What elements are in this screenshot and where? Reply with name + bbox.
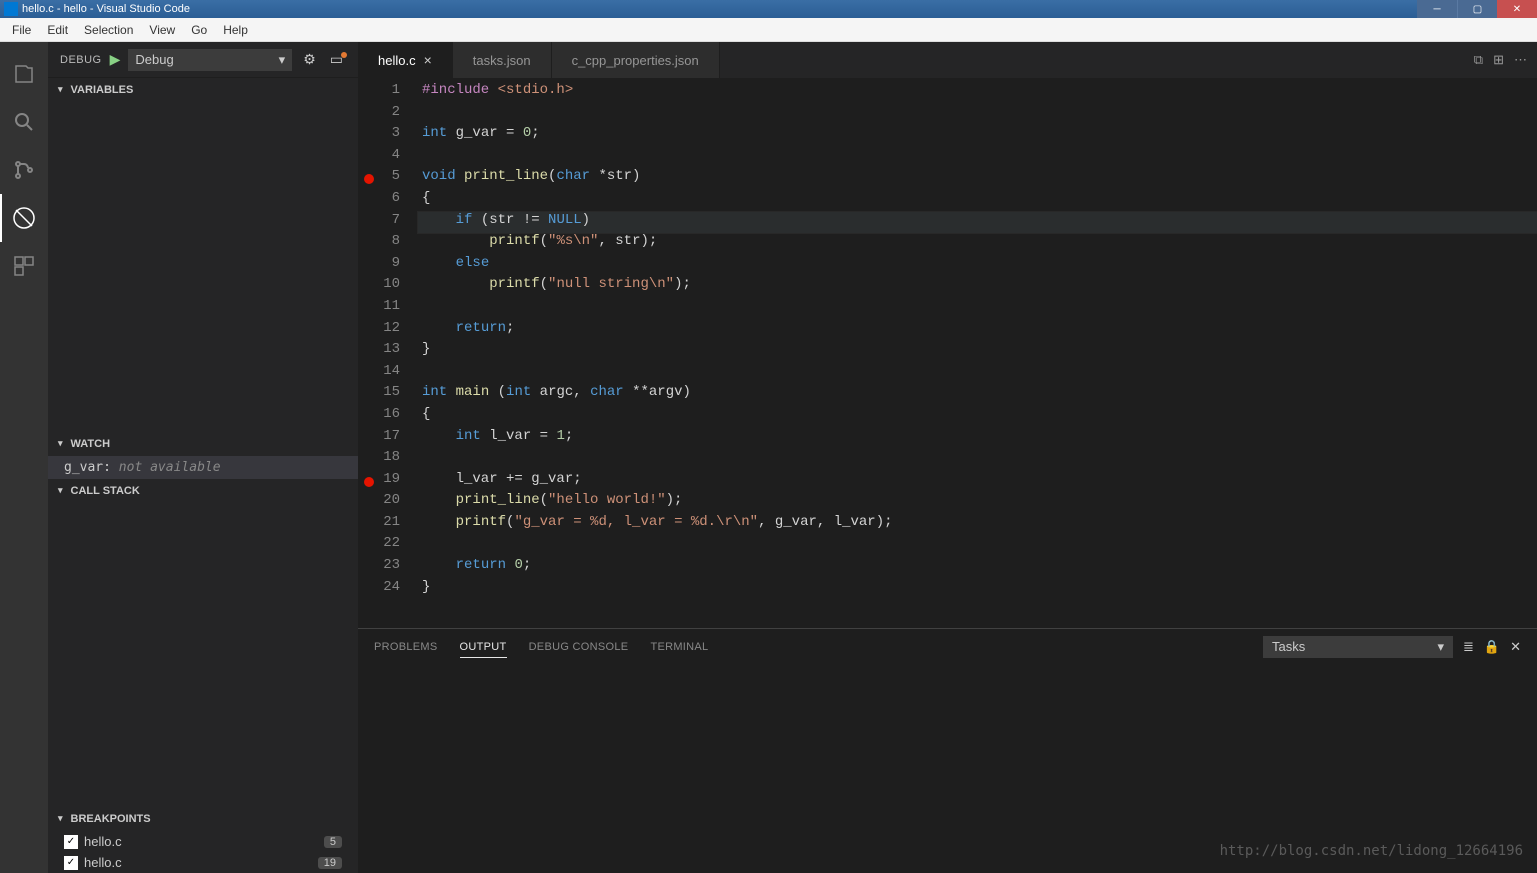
menu-bar: FileEditSelectionViewGoHelp	[0, 18, 1537, 42]
close-icon[interactable]: ×	[424, 52, 432, 68]
debug-sidebar: DEBUG ▶ Debug ▾ ⚙ ▭ VARIABLES WATCH g_va…	[48, 42, 358, 873]
watch-body: g_var: not available	[48, 456, 358, 479]
panel-body[interactable]: http://blog.csdn.net/lidong_12664196	[358, 665, 1537, 873]
menu-selection[interactable]: Selection	[76, 21, 141, 39]
bottom-panel: PROBLEMS OUTPUT DEBUG CONSOLE TERMINAL Task…	[358, 628, 1537, 873]
menu-edit[interactable]: Edit	[39, 21, 76, 39]
tab-label: hello.c	[378, 53, 416, 68]
section-variables-header[interactable]: VARIABLES	[48, 78, 358, 102]
menu-help[interactable]: Help	[215, 21, 256, 39]
activity-extensions[interactable]	[0, 242, 48, 290]
more-icon[interactable]: ⋯	[1514, 52, 1527, 68]
tab-label: tasks.json	[473, 53, 531, 68]
window-close-button[interactable]: ✕	[1497, 0, 1537, 18]
breakpoint-line: 19	[318, 857, 342, 869]
debug-settings-icon[interactable]: ⚙	[300, 51, 319, 68]
code-content[interactable]: #include <stdio.h> int g_var = 0; void p…	[418, 78, 1537, 628]
chevron-down-icon: ▾	[1437, 639, 1444, 655]
debug-config-name: Debug	[135, 52, 173, 67]
window-minimize-button[interactable]: ─	[1417, 0, 1457, 18]
menu-go[interactable]: Go	[183, 21, 215, 39]
section-breakpoints-header[interactable]: BREAKPOINTS	[48, 807, 358, 831]
tab-label: c_cpp_properties.json	[572, 53, 699, 68]
editor-tabs: hello.c × tasks.json c_cpp_properties.json ⧉…	[358, 42, 1537, 78]
chevron-down-icon: ▾	[279, 52, 286, 68]
checkbox-icon[interactable]: ✓	[64, 835, 78, 849]
section-callstack-header[interactable]: CALL STACK	[48, 479, 358, 503]
section-watch-header[interactable]: WATCH	[48, 432, 358, 456]
editor-view[interactable]: 123456789101112131415161718192021222324 …	[358, 78, 1537, 628]
breakpoint-item[interactable]: ✓ hello.c 19	[48, 852, 358, 873]
layout-icon[interactable]: ⊞	[1493, 52, 1504, 68]
window-titlebar: hello.c - hello - Visual Studio Code ─ ▢…	[0, 0, 1537, 18]
breakpoint-item[interactable]: ✓ hello.c 5	[48, 831, 358, 852]
window-maximize-button[interactable]: ▢	[1457, 0, 1497, 18]
breakpoint-file: hello.c	[84, 834, 122, 849]
editor-tab[interactable]: c_cpp_properties.json	[552, 42, 720, 78]
checkbox-icon[interactable]: ✓	[64, 856, 78, 870]
activity-bar	[0, 42, 48, 873]
output-channel-select[interactable]: Tasks ▾	[1263, 636, 1453, 658]
activity-explorer[interactable]	[0, 50, 48, 98]
breakpoint-file: hello.c	[84, 855, 122, 870]
panel-close-icon[interactable]: ✕	[1510, 639, 1521, 655]
panel-tab-terminal[interactable]: TERMINAL	[650, 637, 708, 657]
window-title: hello.c - hello - Visual Studio Code	[22, 3, 190, 15]
breakpoints-body: ✓ hello.c 5 ✓ hello.c 19	[48, 831, 358, 873]
debug-toolbar-icon[interactable]: ▭	[327, 51, 346, 68]
panel-tab-problems[interactable]: PROBLEMS	[374, 637, 438, 657]
callstack-body	[48, 503, 358, 683]
split-editor-icon[interactable]: ⧉	[1474, 52, 1483, 68]
menu-file[interactable]: File	[4, 21, 39, 39]
activity-debug[interactable]	[0, 194, 48, 242]
gutter[interactable]: 123456789101112131415161718192021222324	[358, 78, 418, 628]
panel-tabs: PROBLEMS OUTPUT DEBUG CONSOLE TERMINAL Task…	[358, 629, 1537, 665]
menu-view[interactable]: View	[141, 21, 183, 39]
editor-tab[interactable]: hello.c ×	[358, 42, 453, 78]
start-debug-icon[interactable]: ▶	[110, 51, 121, 68]
panel-tab-output[interactable]: OUTPUT	[460, 637, 507, 658]
editor-tab[interactable]: tasks.json	[453, 42, 552, 78]
watch-item[interactable]: g_var: not available	[48, 456, 358, 479]
watermark-text: http://blog.csdn.net/lidong_12664196	[1220, 843, 1523, 859]
activity-search[interactable]	[0, 98, 48, 146]
variables-body	[48, 102, 358, 432]
clear-output-icon[interactable]: ≣	[1463, 639, 1474, 655]
breakpoint-line: 5	[324, 836, 342, 848]
panel-tab-debug-console[interactable]: DEBUG CONSOLE	[529, 637, 629, 657]
vscode-icon	[4, 2, 18, 16]
debug-config-select[interactable]: Debug ▾	[128, 49, 292, 71]
lock-scroll-icon[interactable]: 🔒	[1484, 639, 1500, 655]
activity-scm[interactable]	[0, 146, 48, 194]
debug-label: DEBUG	[60, 54, 102, 66]
